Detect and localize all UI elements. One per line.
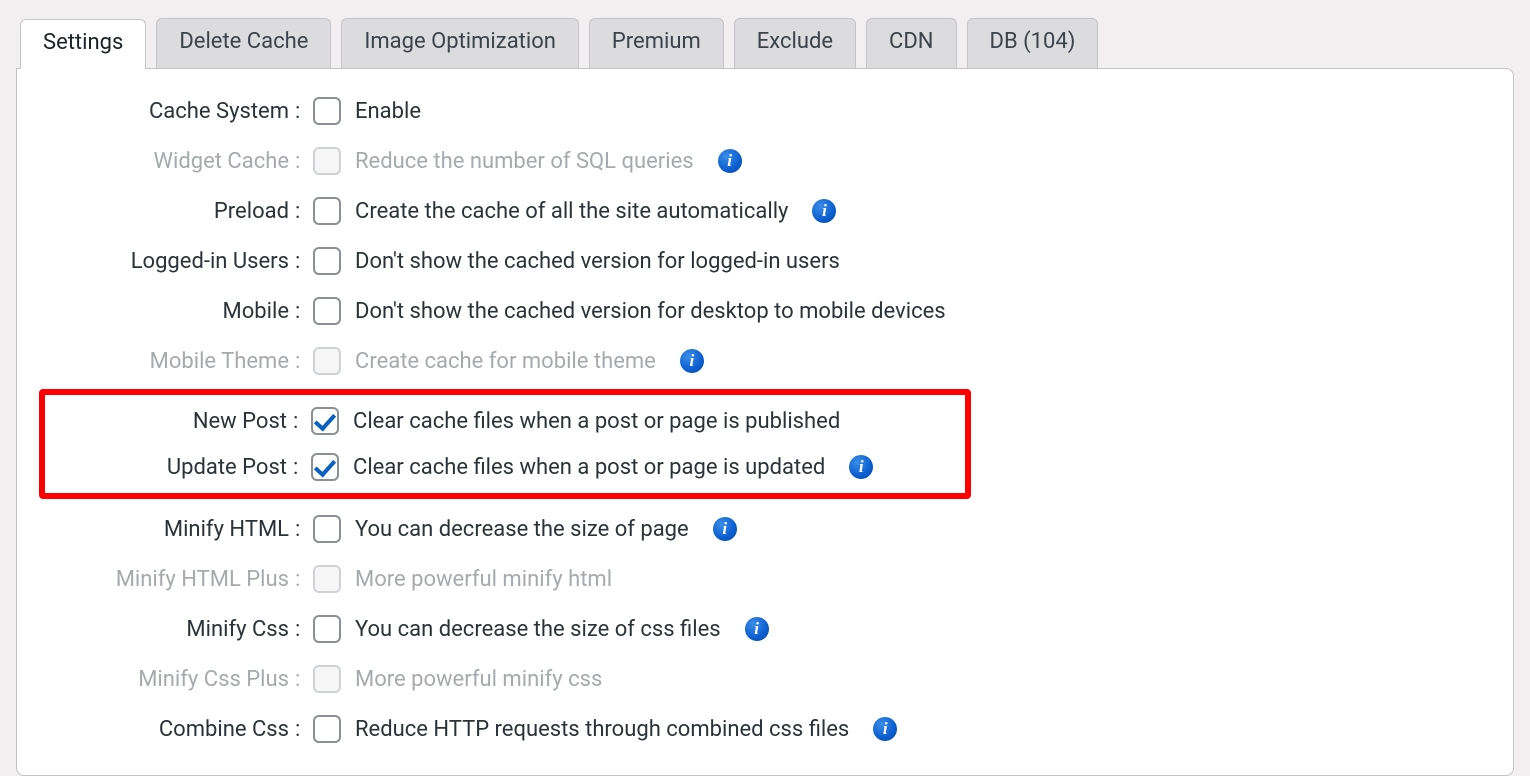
option-label: Minify Css xyxy=(47,617,295,642)
checkbox-logged-in-users[interactable] xyxy=(313,247,341,275)
option-description: You can decrease the size of css files xyxy=(355,617,721,642)
option-description: Create cache for mobile theme xyxy=(355,349,656,374)
option-mobile-theme: Mobile Theme: Create cache for mobile the… xyxy=(47,347,1483,375)
option-label: Logged-in Users xyxy=(47,249,295,274)
colon: : xyxy=(295,149,313,174)
option-label: Preload xyxy=(47,199,295,224)
checkbox-cache-system[interactable] xyxy=(313,97,341,125)
option-update-post: Update Post: Clear cache files when a pos… xyxy=(45,453,965,481)
settings-panel: Cache System: Enable Widget Cache: Reduce t… xyxy=(16,68,1514,776)
option-description: Clear cache files when a post or page is… xyxy=(353,409,840,434)
option-description: Reduce the number of SQL queries xyxy=(355,149,694,174)
option-label: Mobile xyxy=(47,299,295,324)
info-icon[interactable]: i xyxy=(713,517,737,541)
option-new-post: New Post: Clear cache files when a post o… xyxy=(45,407,965,435)
checkbox-preload[interactable] xyxy=(313,197,341,225)
option-description: You can decrease the size of page xyxy=(355,517,689,542)
colon: : xyxy=(295,517,313,542)
checkbox-minify-css[interactable] xyxy=(313,615,341,643)
checkbox-new-post[interactable] xyxy=(311,407,339,435)
tab-settings[interactable]: Settings xyxy=(20,19,146,69)
option-cache-system: Cache System: Enable xyxy=(47,97,1483,125)
tab-db-104[interactable]: DB (104) xyxy=(967,18,1099,68)
option-combine-css: Combine Css: Reduce HTTP requests through… xyxy=(47,715,1483,743)
option-minify-html: Minify HTML: You can decrease the size of… xyxy=(47,515,1483,543)
colon: : xyxy=(295,99,313,124)
tab-premium[interactable]: Premium xyxy=(589,18,724,68)
option-minify-html-plus: Minify HTML Plus: More powerful minify ht… xyxy=(47,565,1483,593)
checkbox-mobile-theme xyxy=(313,347,341,375)
colon: : xyxy=(295,349,313,374)
colon: : xyxy=(295,667,313,692)
checkbox-mobile[interactable] xyxy=(313,297,341,325)
option-widget-cache: Widget Cache: Reduce the number of SQL qu… xyxy=(47,147,1483,175)
highlight-box: New Post: Clear cache files when a post o… xyxy=(39,389,971,499)
option-label: Mobile Theme xyxy=(47,349,295,374)
option-description: Create the cache of all the site automat… xyxy=(355,199,788,224)
tab-cdn[interactable]: CDN xyxy=(866,18,956,68)
tab-row: SettingsDelete CacheImage OptimizationPr… xyxy=(16,18,1514,68)
checkbox-minify-html-plus xyxy=(313,565,341,593)
info-icon[interactable]: i xyxy=(812,199,836,223)
option-description: Clear cache files when a post or page is… xyxy=(353,455,825,480)
option-label: Cache System xyxy=(47,99,295,124)
info-icon[interactable]: i xyxy=(849,455,873,479)
option-mobile: Mobile: Don't show the cached version for… xyxy=(47,297,1483,325)
colon: : xyxy=(295,617,313,642)
option-label: Update Post xyxy=(45,455,293,480)
colon: : xyxy=(295,567,313,592)
checkbox-update-post[interactable] xyxy=(311,453,339,481)
option-label: Minify HTML xyxy=(47,517,295,542)
option-minify-css: Minify Css: You can decrease the size of … xyxy=(47,615,1483,643)
option-description: More powerful minify html xyxy=(355,567,612,592)
option-label: Combine Css xyxy=(47,717,295,742)
option-logged-in-users: Logged-in Users: Don't show the cached ve… xyxy=(47,247,1483,275)
colon: : xyxy=(295,249,313,274)
info-icon[interactable]: i xyxy=(873,717,897,741)
checkbox-minify-html[interactable] xyxy=(313,515,341,543)
checkbox-minify-css-plus xyxy=(313,665,341,693)
tab-image-optimization[interactable]: Image Optimization xyxy=(341,18,579,68)
option-preload: Preload: Create the cache of all the site… xyxy=(47,197,1483,225)
option-description: Don't show the cached version for deskto… xyxy=(355,299,946,324)
info-icon[interactable]: i xyxy=(718,149,742,173)
option-description: Enable xyxy=(355,99,421,124)
tab-exclude[interactable]: Exclude xyxy=(734,18,856,68)
colon: : xyxy=(295,299,313,324)
colon: : xyxy=(295,717,313,742)
option-description: Don't show the cached version for logged… xyxy=(355,249,840,274)
colon: : xyxy=(295,199,313,224)
settings-options: Cache System: Enable Widget Cache: Reduce t… xyxy=(47,97,1483,743)
option-description: More powerful minify css xyxy=(355,667,602,692)
option-description: Reduce HTTP requests through combined cs… xyxy=(355,717,849,742)
checkbox-combine-css[interactable] xyxy=(313,715,341,743)
option-minify-css-plus: Minify Css Plus: More powerful minify css xyxy=(47,665,1483,693)
checkbox-widget-cache xyxy=(313,147,341,175)
info-icon[interactable]: i xyxy=(745,617,769,641)
tab-delete-cache[interactable]: Delete Cache xyxy=(156,18,331,68)
option-label: New Post xyxy=(45,409,293,434)
colon: : xyxy=(293,409,311,434)
option-label: Minify Css Plus xyxy=(47,667,295,692)
option-label: Minify HTML Plus xyxy=(47,567,295,592)
info-icon[interactable]: i xyxy=(680,349,704,373)
option-label: Widget Cache xyxy=(47,149,295,174)
colon: : xyxy=(293,455,311,480)
